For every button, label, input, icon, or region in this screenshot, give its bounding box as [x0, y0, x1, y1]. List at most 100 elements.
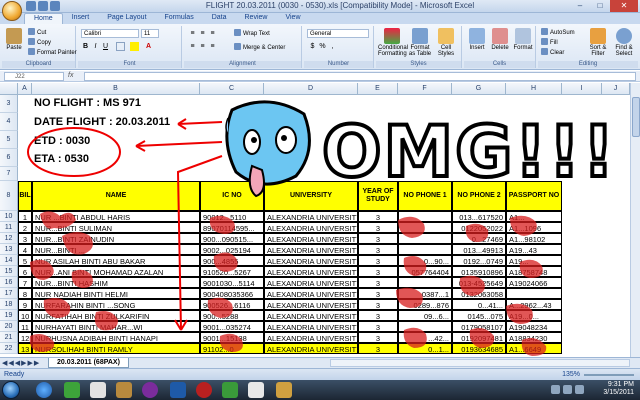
formula-input[interactable] [84, 72, 636, 81]
row-header-20[interactable]: 20 [0, 321, 18, 332]
word-icon[interactable] [170, 382, 186, 398]
cell-year[interactable]: 3 [358, 343, 398, 354]
col-header-d[interactable]: D [264, 83, 358, 95]
row-header-6[interactable]: 6 [0, 149, 18, 167]
horizontal-scrollbar[interactable] [330, 359, 630, 367]
cell-p2[interactable]: 0...41... [452, 299, 506, 310]
cell-pass[interactable]: A19048234 [506, 321, 562, 332]
battery-icon[interactable] [575, 385, 584, 394]
cell-year[interactable]: 3 [358, 211, 398, 222]
align-bottom-icon[interactable]: ≡ [208, 29, 217, 38]
col-header-b[interactable]: B [32, 83, 200, 95]
bold-button[interactable]: B [81, 42, 90, 51]
row-header-17[interactable]: 17 [0, 288, 18, 299]
cell-name[interactable]: NURFARAHIN BINTI ...SONG [32, 299, 200, 310]
tab-home[interactable]: Home [24, 13, 63, 24]
cell-ic[interactable]: 9001...035274 [200, 321, 264, 332]
cell-name[interactable]: NURSOLIHAH BINTI RAMLY [32, 343, 200, 354]
cell-ic[interactable]: 9002...025194 [200, 244, 264, 255]
cell-bil[interactable]: 3 [18, 233, 32, 244]
row-header-10[interactable]: 10 [0, 211, 18, 222]
cell-year[interactable]: 3 [358, 233, 398, 244]
delete-cells-button[interactable]: Delete [489, 28, 511, 51]
media-icon[interactable] [196, 382, 212, 398]
row-header-15[interactable]: 15 [0, 266, 18, 277]
insert-cells-button[interactable]: Insert [466, 28, 488, 51]
scroll-thumb[interactable] [632, 97, 640, 137]
close-button[interactable]: ✕ [610, 0, 638, 12]
media-player-icon[interactable] [90, 382, 106, 398]
zoom-level[interactable]: 135% [562, 371, 580, 378]
cell-bil[interactable]: 7 [18, 277, 32, 288]
align-right-icon[interactable]: ≡ [208, 42, 217, 51]
cell-pass[interactable]: A...2962...43 [506, 299, 562, 310]
row-header-14[interactable]: 14 [0, 255, 18, 266]
cell-p1[interactable]: 09...6... [398, 310, 452, 321]
cell-ic[interactable]: 9001...15138 [200, 332, 264, 343]
cell-uni[interactable]: ALEXANDRIA UNIVERSITY [264, 343, 358, 354]
col-header-c[interactable]: C [200, 83, 264, 95]
network-icon[interactable] [551, 385, 560, 394]
cell-ic[interactable]: 900...4855 [200, 255, 264, 266]
internet-explorer-icon[interactable] [36, 382, 52, 398]
cell-ic[interactable]: 91102...0 [200, 343, 264, 354]
cell-uni[interactable]: ALEXANDRIA UNIVERSITY [264, 222, 358, 233]
tab-data[interactable]: Data [203, 13, 236, 24]
cell-name[interactable]: NUR...BINTI ... [32, 244, 200, 255]
cell-bil[interactable]: 1 [18, 211, 32, 222]
cell-uni[interactable]: ALEXANDRIA UNIVERSITY [264, 288, 358, 299]
align-left-icon[interactable]: ≡ [188, 42, 197, 51]
folder-icon[interactable] [116, 382, 132, 398]
sort-filter-button[interactable]: Sort & Filter [586, 28, 610, 57]
tab-page-layout[interactable]: Page Layout [98, 13, 155, 24]
cell-uni[interactable]: ALEXANDRIA UNIVERSITY [264, 244, 358, 255]
cell-p2[interactable]: 0145...075 [452, 310, 506, 321]
cell-year[interactable]: 3 [358, 288, 398, 299]
row-header-4[interactable]: 4 [0, 113, 18, 131]
minimize-button[interactable]: – [570, 0, 590, 12]
format-as-table-button[interactable]: Format as Table [408, 28, 432, 57]
cell-uni[interactable]: ALEXANDRIA UNIVERSITY [264, 321, 358, 332]
fill-button[interactable]: Fill [541, 38, 558, 46]
save-icon[interactable] [26, 1, 36, 11]
cell-pass[interactable]: A1...1096 [506, 222, 562, 233]
align-middle-icon[interactable]: ≡ [198, 29, 207, 38]
cell-uni[interactable]: ALEXANDRIA UNIVERSITY [264, 277, 358, 288]
cell-bil[interactable]: 12 [18, 332, 32, 343]
col-header-j[interactable]: J [602, 83, 630, 95]
font-name-select[interactable]: Calibri [81, 29, 139, 38]
cell-uni[interactable]: ALEXANDRIA UNIVERSITY [264, 255, 358, 266]
cell-p1[interactable] [398, 222, 452, 233]
row-header-12[interactable]: 12 [0, 233, 18, 244]
col-header-h[interactable]: H [506, 83, 562, 95]
cell-name[interactable]: NUR...BINTI SULIMAN [32, 222, 200, 233]
col-header-f[interactable]: F [398, 83, 452, 95]
cell-uni[interactable]: ALEXANDRIA UNIVERSITY [264, 332, 358, 343]
cell-p2[interactable]: 0...27469 [452, 233, 506, 244]
autosum-button[interactable]: AutoSum [541, 28, 575, 36]
cell-p2[interactable]: 0193634685 [452, 343, 506, 354]
font-color-icon[interactable]: A [144, 42, 153, 51]
wrap-text-button[interactable]: Wrap Text [234, 29, 270, 37]
cell-p1[interactable] [398, 321, 452, 332]
row-header-11[interactable]: 11 [0, 222, 18, 233]
cell-p1[interactable]: 0...1... [398, 343, 452, 354]
cell-name[interactable]: NUR...BINTI ZAINUDIN [32, 233, 200, 244]
cell-bil[interactable]: 2 [18, 222, 32, 233]
cell-pass[interactable]: A18834230 [506, 332, 562, 343]
cell-p2[interactable]: 0122052022 [452, 222, 506, 233]
cell-name[interactable]: NUR...BINTI HASHIM [32, 277, 200, 288]
copy-button[interactable]: Copy [28, 38, 51, 46]
row-header-21[interactable]: 21 [0, 332, 18, 343]
row-header-5[interactable]: 5 [0, 131, 18, 149]
cell-bil[interactable]: 8 [18, 288, 32, 299]
cell-ic[interactable]: 900408035366 [200, 288, 264, 299]
col-header-g[interactable]: G [452, 83, 506, 95]
cell-name[interactable]: NUR...ANI BINTI MOHAMAD AZALAN [32, 266, 200, 277]
col-header-a[interactable]: A [18, 83, 32, 95]
cell-year[interactable]: 3 [358, 222, 398, 233]
cell-name[interactable]: NUR NADIAH BINTI HELMI [32, 288, 200, 299]
paint-icon[interactable] [248, 382, 264, 398]
fill-color-icon[interactable] [130, 42, 139, 51]
row-header-7[interactable]: 7 [0, 167, 18, 181]
